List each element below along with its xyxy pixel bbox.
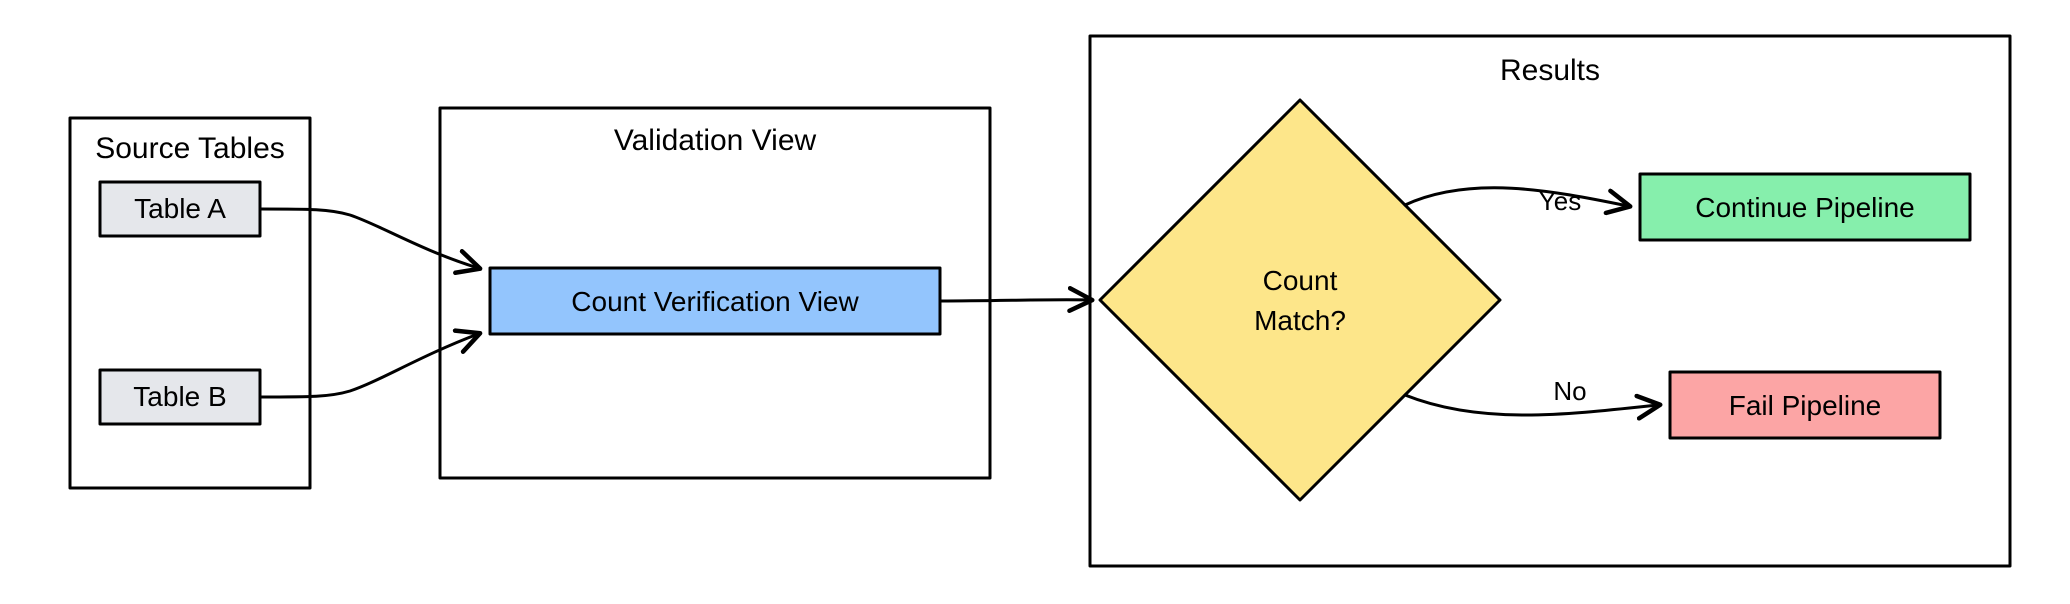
node-fail-pipeline: Fail Pipeline (1670, 372, 1940, 438)
edge-table-a-to-view (260, 209, 478, 268)
node-table-b-label: Table B (133, 381, 226, 412)
node-fail-label: Fail Pipeline (1729, 390, 1882, 421)
node-decision-line2: Match? (1254, 305, 1346, 336)
edge-view-to-decision (940, 300, 1090, 301)
node-table-a: Table A (100, 182, 260, 236)
pipeline-diagram: Source Tables Table A Table B Validation… (0, 0, 2070, 604)
group-validation-title: Validation View (614, 124, 817, 157)
group-source-tables: Source Tables Table A Table B (70, 118, 310, 488)
group-validation-view: Validation View Count Verification View (440, 108, 990, 478)
node-table-b: Table B (100, 370, 260, 424)
edge-decision-no (1405, 395, 1658, 415)
edge-decision-yes (1405, 188, 1628, 206)
node-count-view-label: Count Verification View (571, 286, 859, 317)
node-decision-count-match: Count Match? (1100, 100, 1500, 500)
node-continue-label: Continue Pipeline (1695, 192, 1915, 223)
node-table-a-label: Table A (134, 193, 226, 224)
node-continue-pipeline: Continue Pipeline (1640, 174, 1970, 240)
node-count-verification-view: Count Verification View (490, 268, 940, 334)
edge-no-label: No (1553, 376, 1586, 406)
group-results-title: Results (1500, 54, 1600, 87)
edge-table-b-to-view (260, 334, 478, 397)
group-source-title: Source Tables (95, 132, 285, 165)
edge-yes-label: Yes (1539, 186, 1581, 216)
node-decision-line1: Count (1263, 265, 1338, 296)
group-results: Results Count Match? Continue Pipeline F… (1090, 36, 2010, 566)
